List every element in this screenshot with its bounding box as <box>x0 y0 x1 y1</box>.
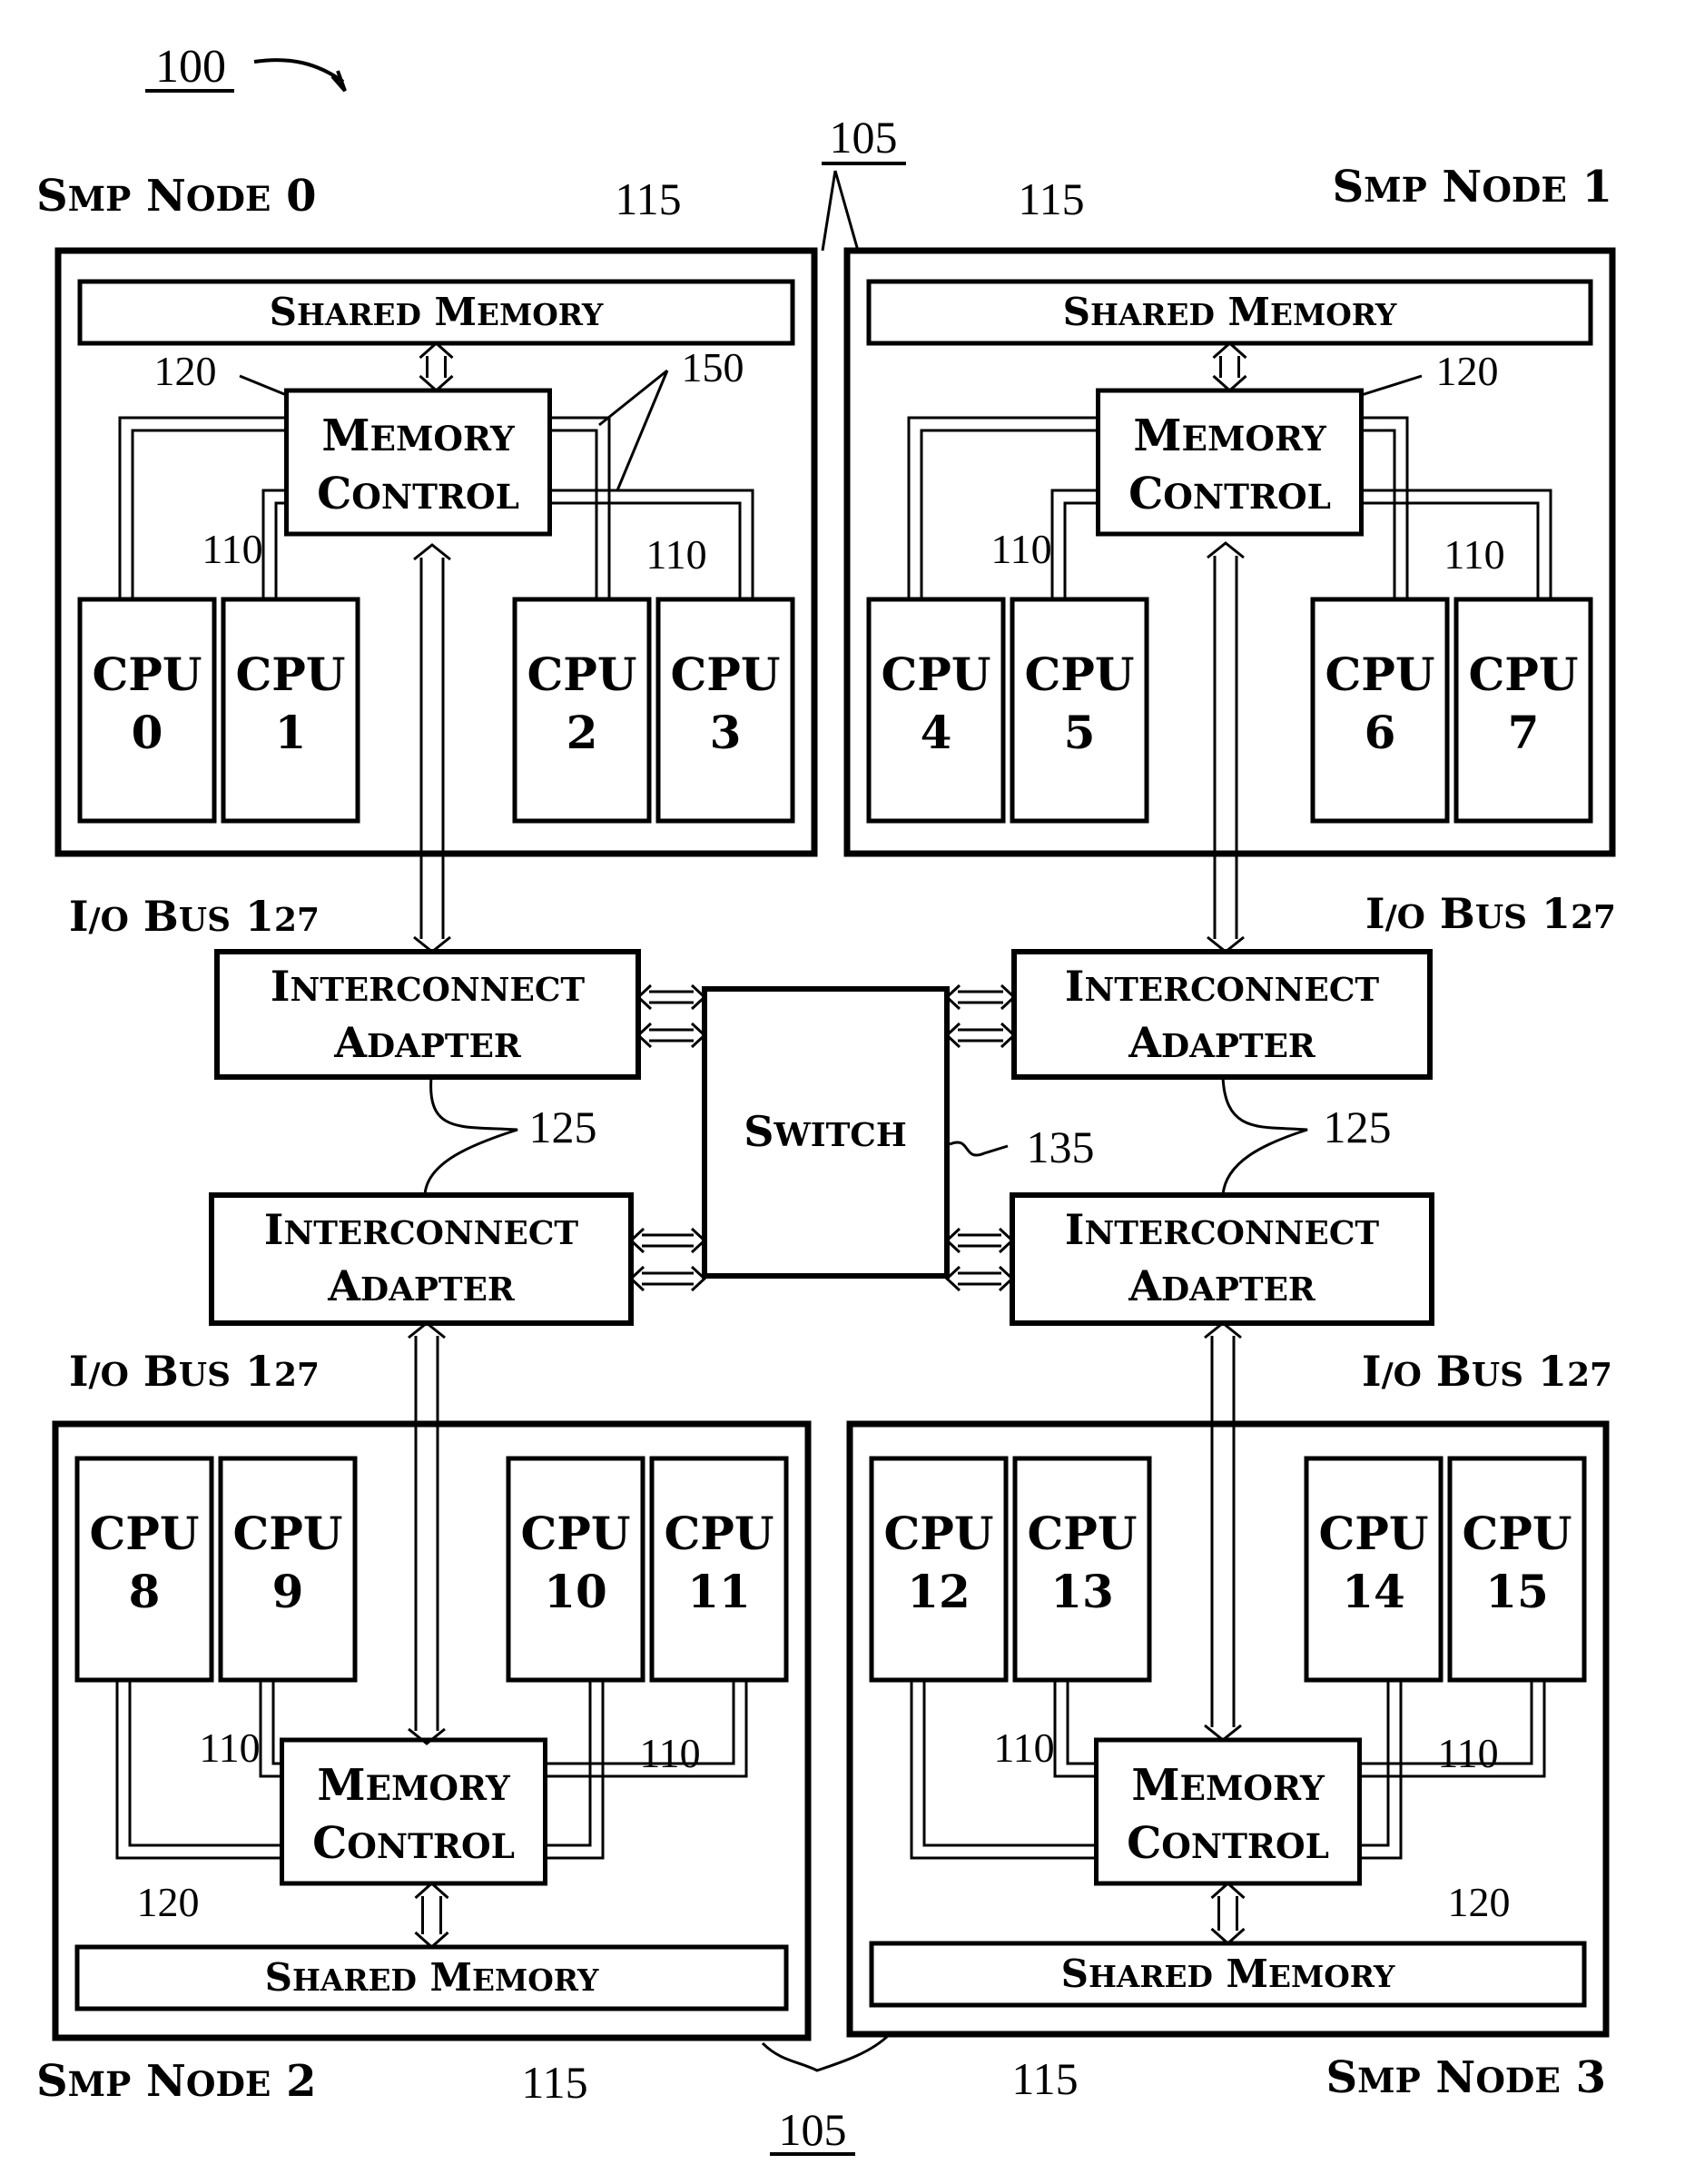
shared-memory-ref-1: 115 <box>1018 173 1084 224</box>
interconnect-ref-top: 105 <box>830 112 898 163</box>
switch-ref-line <box>949 1141 1009 1157</box>
memory-control-label2-3: CONTROL <box>1127 1818 1329 1869</box>
cpu-3-number: 3 <box>710 706 742 759</box>
switch-ref: 135 <box>1027 1122 1095 1172</box>
cpu-9-number: 9 <box>272 1565 304 1618</box>
cpu-1-number: 1 <box>275 706 307 759</box>
ia0-switch-bus-a <box>636 983 707 1011</box>
cpu-13-label: CPU <box>1028 1507 1138 1560</box>
cpu-ref-right-0: 110 <box>645 531 706 578</box>
cpu-13-number: 13 <box>1050 1565 1114 1618</box>
memory-control-label1-0: MEMORY <box>321 410 516 461</box>
cpu-ref-right-1: 110 <box>1444 531 1504 578</box>
smp-node-0-label: SMP NODE 0 <box>36 171 317 222</box>
shared-memory-label-2: SHARED MEMORY <box>265 1955 599 2000</box>
cpu-3-label: CPU <box>671 647 781 701</box>
cpu-ref-left-3: 110 <box>993 1724 1054 1771</box>
memory-control-ref-0: 120 <box>154 348 217 394</box>
cpu-9-label: CPU <box>233 1507 343 1560</box>
ia2-switch-bus-b <box>628 1265 707 1292</box>
ia1-switch-bus-b <box>944 1022 1017 1049</box>
adapter-pair-ref-line-right <box>1221 1076 1308 1196</box>
io-bus-label-1: I/O BUS 127 <box>1365 889 1616 938</box>
cpu-0-number: 0 <box>132 706 163 759</box>
adapter-pair-ref-left: 125 <box>529 1102 597 1152</box>
memory-control-label1-1: MEMORY <box>1133 410 1327 461</box>
shared-memory-label-1: SHARED MEMORY <box>1063 290 1397 334</box>
cpu-ref-left-2: 110 <box>199 1724 260 1771</box>
ia0-switch-bus-b <box>636 1022 707 1049</box>
cpu-8-number: 8 <box>129 1565 161 1618</box>
io-bus-label-0: I/O BUS 127 <box>69 892 320 941</box>
io-bus-label-3: I/O BUS 127 <box>1362 1347 1612 1396</box>
shared-memory-label-0: SHARED MEMORY <box>270 290 604 334</box>
smp-node-3-label: SMP NODE 3 <box>1325 2052 1606 2103</box>
memory-control-ref-3: 120 <box>1448 1879 1511 1925</box>
cpu-11-number: 11 <box>687 1565 751 1618</box>
cpu-8-label: CPU <box>90 1507 200 1560</box>
cpu-7-label: CPU <box>1469 647 1579 701</box>
cpu-12-number: 12 <box>907 1565 971 1618</box>
cpu-ref-right-3: 110 <box>1437 1730 1498 1776</box>
figure-ref-arrow <box>253 58 345 84</box>
smp-system-diagram: 100SHARED MEMORYMEMORYCONTROLCPU0CPU1CPU… <box>36 41 1616 2156</box>
memory-control-label1-2: MEMORY <box>317 1760 511 1811</box>
cpu-5-number: 5 <box>1064 706 1096 759</box>
io-bus-label-2: I/O BUS 127 <box>69 1347 320 1396</box>
smp-node-2-label: SMP NODE 2 <box>36 2056 317 2107</box>
shared-memory-ref-2: 115 <box>521 2057 587 2108</box>
interconnect-ref-top-line-b <box>833 170 860 252</box>
cpu-2-label: CPU <box>527 647 637 701</box>
ia2-switch-bus-a <box>628 1227 707 1254</box>
cpu-15-label: CPU <box>1463 1507 1572 1560</box>
memory-control-label2-1: CONTROL <box>1128 469 1331 519</box>
cpu-2-number: 2 <box>567 706 598 759</box>
ia1-switch-bus-a <box>944 983 1017 1011</box>
cpu-14-label: CPU <box>1319 1507 1429 1560</box>
memory-control-ref-1: 120 <box>1436 348 1499 394</box>
shared-memory-label-3: SHARED MEMORY <box>1061 1952 1395 1996</box>
shared-memory-ref-0: 115 <box>615 173 681 224</box>
shared-memory-ref-3: 115 <box>1011 2053 1078 2104</box>
cpu-10-number: 10 <box>544 1565 607 1618</box>
interconnect-ref-top-line-a <box>821 170 837 252</box>
adapter-pair-ref-right: 125 <box>1324 1102 1392 1152</box>
cpu-5-label: CPU <box>1025 647 1135 701</box>
cpu-ref-left-0: 110 <box>202 526 262 572</box>
memory-control-label2-0: CONTROL <box>317 469 519 519</box>
cpu-6-label: CPU <box>1325 647 1435 701</box>
smp-node-1-label: SMP NODE 1 <box>1332 162 1612 212</box>
cpu-6-number: 6 <box>1365 706 1396 759</box>
cpu-4-label: CPU <box>882 647 991 701</box>
cpu-ref-right-2: 110 <box>639 1730 700 1776</box>
ia3-switch-bus-a <box>944 1227 1015 1254</box>
figure-ref-label: 100 <box>155 41 226 93</box>
memory-control-label2-2: CONTROL <box>312 1818 515 1869</box>
cpu-10-label: CPU <box>521 1507 631 1560</box>
interconnect-ref-bottom: 105 <box>779 2104 847 2155</box>
cpu-7-number: 7 <box>1508 706 1540 759</box>
memory-control-ref-2: 120 <box>137 1879 200 1925</box>
memory-control-label1-3: MEMORY <box>1131 1760 1325 1811</box>
cpu-0-label: CPU <box>93 647 202 701</box>
ia3-switch-bus-b <box>944 1265 1015 1292</box>
port-ref-150: 150 <box>682 344 744 390</box>
cpu-1-label: CPU <box>236 647 346 701</box>
cpu-11-label: CPU <box>665 1507 774 1560</box>
cpu-14-number: 14 <box>1342 1565 1405 1618</box>
cpu-ref-left-1: 110 <box>990 526 1051 572</box>
cpu-12-label: CPU <box>884 1507 994 1560</box>
cpu-15-number: 15 <box>1485 1565 1549 1618</box>
cpu-4-number: 4 <box>921 706 952 759</box>
adapter-pair-ref-line-left <box>423 1076 518 1196</box>
